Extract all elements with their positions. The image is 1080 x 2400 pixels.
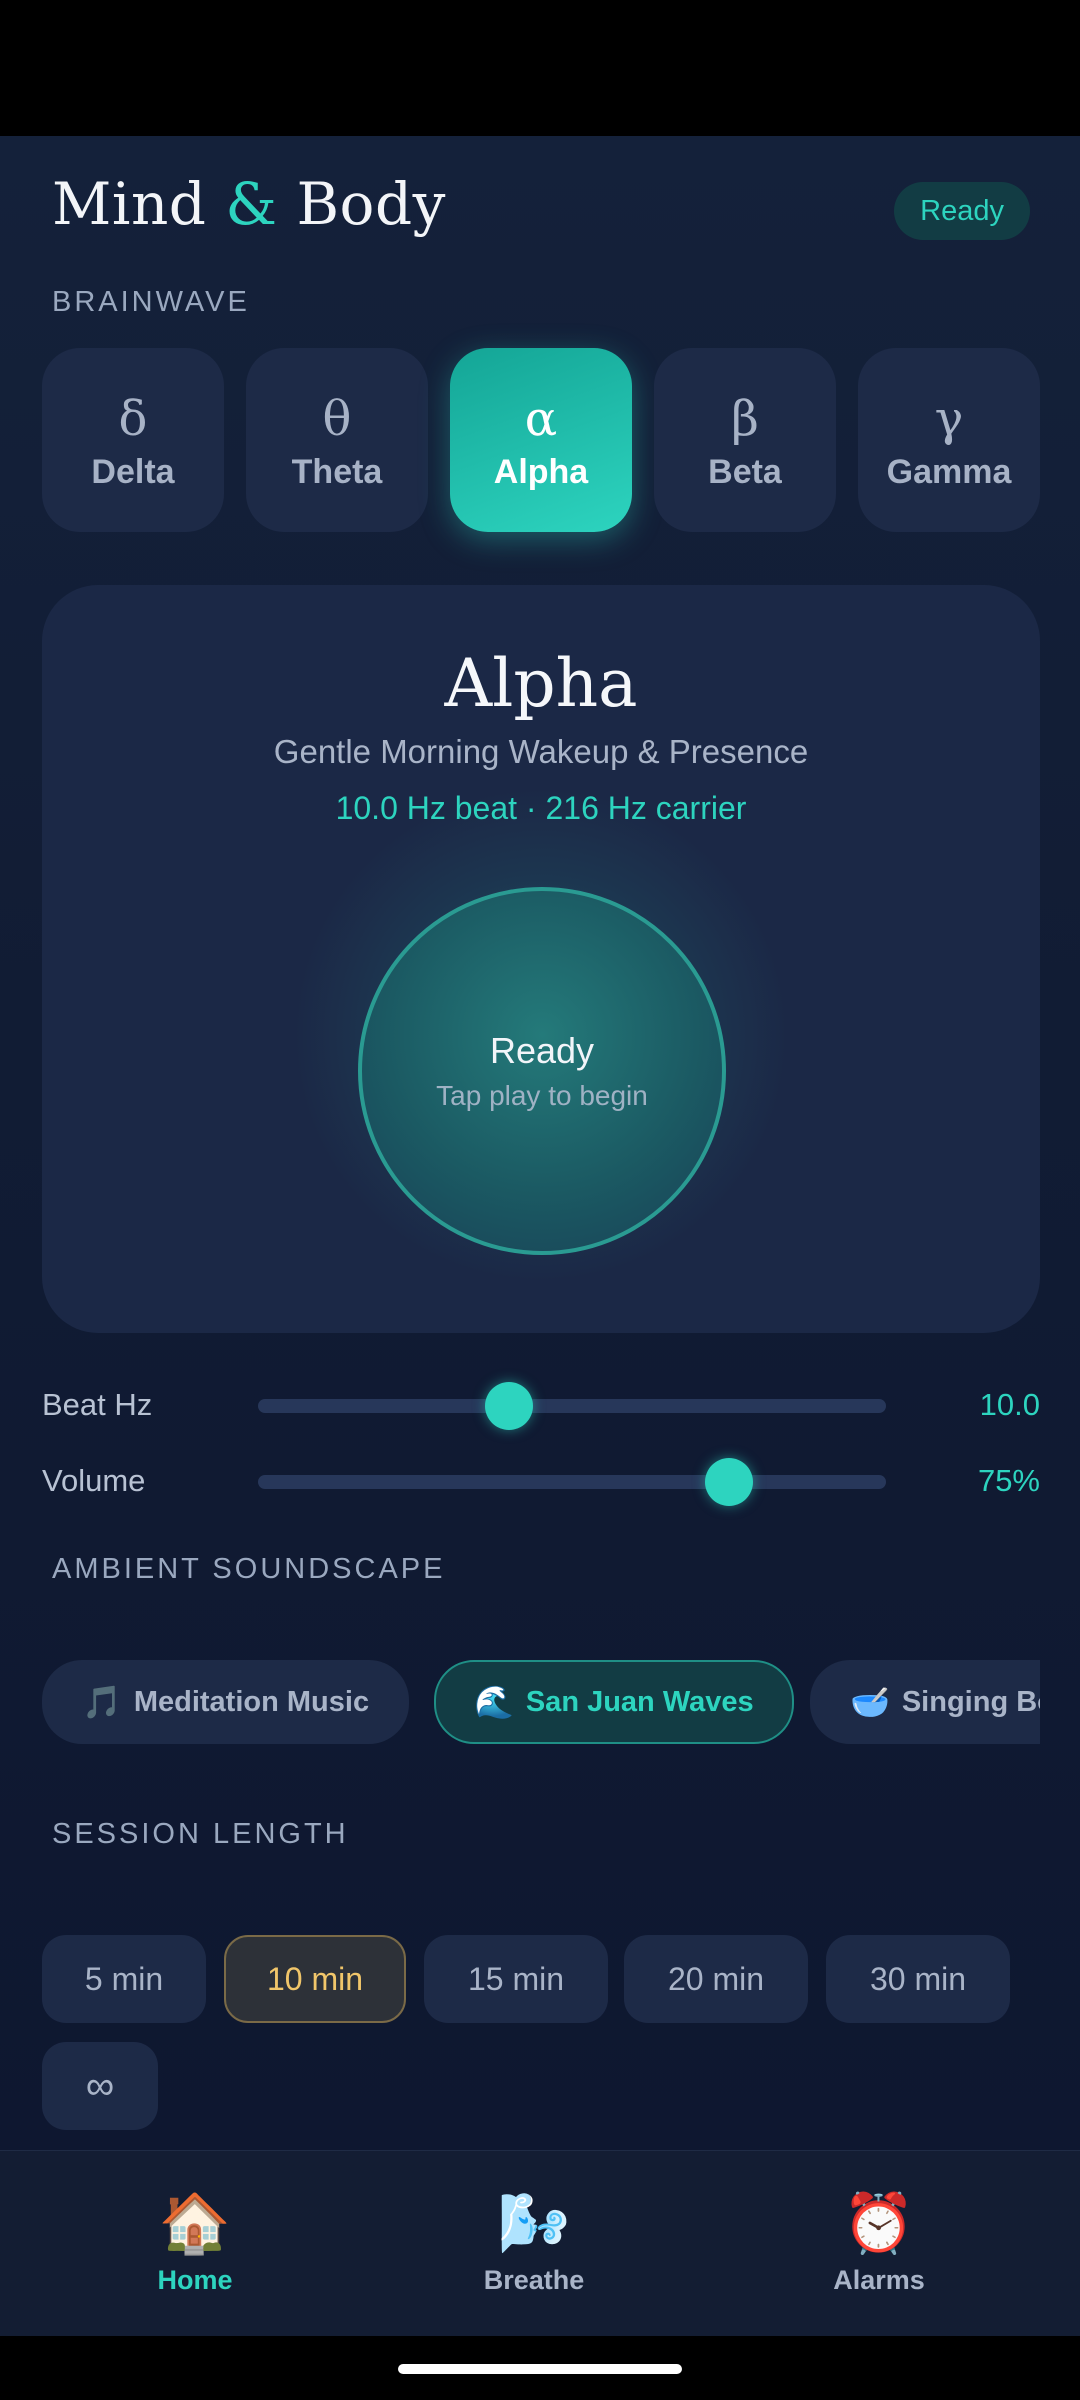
app-title: Mind & Body [52, 170, 446, 238]
nav-breathe[interactable]: 🌬️ Breathe [414, 2191, 654, 2296]
session-frequency: 10.0 Hz beat · 216 Hz carrier [335, 790, 747, 826]
brainwave-theta-button[interactable]: θ Theta [246, 348, 428, 532]
beta-symbol: β [731, 390, 759, 447]
breathe-icon: 🌬️ [497, 2191, 571, 2256]
alarm-clock-icon: ⏰ [842, 2191, 916, 2256]
volume-label: Volume [42, 1463, 146, 1498]
home-indicator[interactable] [398, 2364, 682, 2374]
beat-hz-value: 10.0 [979, 1387, 1040, 1422]
alpha-symbol: α [524, 390, 558, 447]
brainwave-label: BRAINWAVE [52, 286, 250, 318]
brainwave-name: Theta [291, 452, 383, 491]
length-infinite-button[interactable]: ∞ [42, 2042, 158, 2130]
delta-symbol: δ [118, 390, 148, 447]
soundscape-chip-singing-bowls[interactable]: 🥣 Singing Bowls [810, 1660, 1040, 1744]
length-10-min-button[interactable]: 10 min [224, 1935, 406, 2023]
chip-label: Singing Bowls [901, 1685, 1040, 1718]
orb-status: Ready [489, 1030, 595, 1071]
brainwave-delta-button[interactable]: δ Delta [42, 348, 224, 532]
session-length-label: SESSION LENGTH [52, 1818, 349, 1850]
nav-label: Home [157, 2265, 233, 2295]
brainwave-alpha-button[interactable]: α Alpha [450, 348, 632, 532]
music-note-icon: 🎵 [82, 1684, 122, 1720]
brainwave-name: Gamma [886, 452, 1012, 491]
house-icon: 🏠 [158, 2191, 232, 2256]
title-word-body: Body [296, 170, 446, 238]
status-bar [0, 0, 1080, 136]
brainwave-name: Alpha [493, 452, 589, 491]
bottom-nav: 🏠 Home 🌬️ Breathe ⏰ Alarms [0, 2150, 1080, 2337]
nav-label: Alarms [833, 2265, 925, 2295]
volume-control: Volume 75% [42, 1451, 1040, 1511]
title-word-mind: Mind [52, 170, 207, 238]
length-20-min-button[interactable]: 20 min [624, 1935, 808, 2023]
orb-hint: Tap play to begin [436, 1080, 648, 1111]
nav-label: Breathe [483, 2265, 585, 2295]
bowl-icon: 🥣 [850, 1684, 890, 1720]
volume-slider-thumb[interactable] [705, 1458, 753, 1506]
beat-hz-slider-thumb[interactable] [485, 1382, 534, 1430]
beat-hz-slider[interactable] [258, 1399, 886, 1413]
status-badge: Ready [894, 182, 1030, 240]
gamma-symbol: γ [934, 390, 964, 447]
brainwave-beta-button[interactable]: β Beta [654, 348, 836, 532]
volume-value: 75% [977, 1463, 1040, 1498]
brainwave-selector: δ Delta θ Theta α Alpha β Beta γ Gamma [42, 348, 1040, 534]
brainwave-name: Beta [708, 452, 782, 491]
volume-slider[interactable] [258, 1475, 886, 1489]
soundscape-chips: 🎵 Meditation Music 🌊 San Juan Waves 🥣 Si… [42, 1660, 1040, 1744]
chip-label: San Juan Waves [525, 1685, 754, 1718]
theta-symbol: θ [322, 390, 352, 447]
soundscape-chip-san-juan-waves[interactable]: 🌊 San Juan Waves [434, 1660, 794, 1744]
length-30-min-button[interactable]: 30 min [826, 1935, 1010, 2023]
session-card: Alpha Gentle Morning Wakeup & Presence 1… [42, 585, 1040, 1333]
length-5-min-button[interactable]: 5 min [42, 1935, 206, 2023]
nav-home[interactable]: 🏠 Home [75, 2191, 315, 2296]
beat-hz-control: Beat Hz 10.0 [42, 1375, 1040, 1435]
soundscape-label: AMBIENT SOUNDSCAPE [52, 1553, 446, 1585]
wave-icon: 🌊 [474, 1684, 514, 1720]
length-15-min-button[interactable]: 15 min [424, 1935, 608, 2023]
session-subtitle: Gentle Morning Wakeup & Presence [273, 733, 809, 770]
chip-label: Meditation Music [133, 1685, 370, 1718]
session-title: Alpha [444, 645, 638, 722]
brainwave-gamma-button[interactable]: γ Gamma [858, 348, 1040, 532]
brainwave-name: Delta [91, 452, 175, 491]
soundscape-chip-meditation-music[interactable]: 🎵 Meditation Music [42, 1660, 410, 1744]
title-ampersand: & [225, 170, 278, 238]
nav-alarms[interactable]: ⏰ Alarms [759, 2191, 999, 2296]
beat-hz-label: Beat Hz [42, 1387, 153, 1422]
play-orb[interactable]: Ready Tap play to begin [358, 887, 726, 1255]
